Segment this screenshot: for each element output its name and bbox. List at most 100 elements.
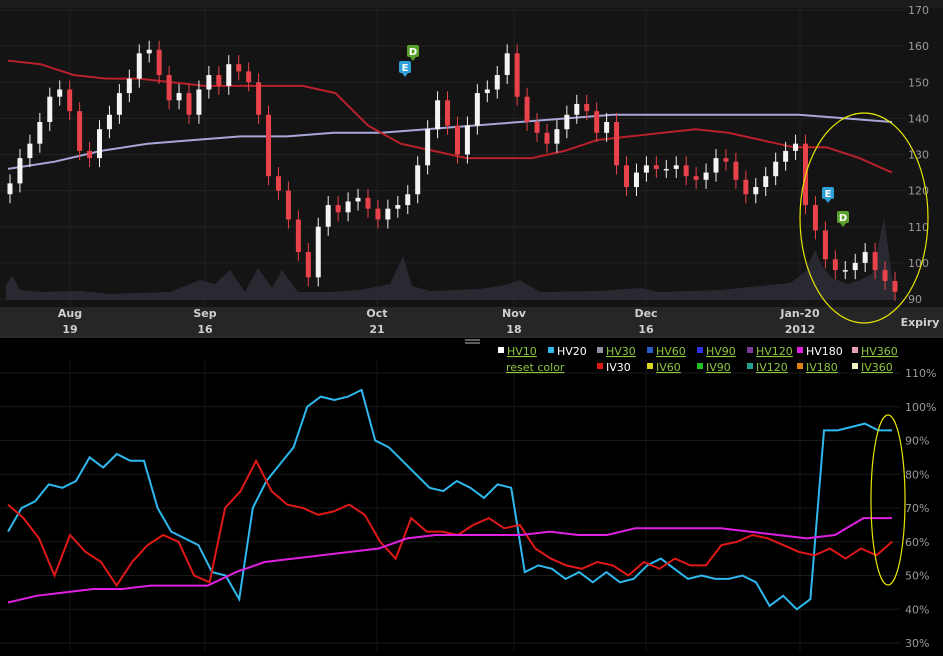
candle-body (693, 176, 699, 180)
price-panel-top-strip (0, 0, 943, 8)
candle-body (773, 161, 779, 177)
candle-body (862, 252, 868, 263)
candle-body (305, 252, 311, 278)
legend-item-iv60[interactable]: IV60 (656, 361, 681, 374)
legend-swatch (548, 347, 554, 353)
event-marker-letter: E (825, 189, 832, 200)
legend-item-hv360[interactable]: HV360 (861, 345, 898, 358)
chart-canvas: DEED 17016015014013012011010090 Expiry A… (0, 0, 943, 652)
candle-body (315, 226, 321, 278)
candle-body (385, 208, 391, 220)
month-label: Jan-20 (779, 307, 820, 320)
candle-body (673, 165, 679, 169)
vol-tick-label: 40% (905, 603, 929, 616)
legend-item-hv30[interactable]: HV30 (606, 345, 636, 358)
volatility-series (7, 388, 893, 611)
candle-body (743, 179, 749, 195)
candle-body (653, 165, 659, 169)
month-label: Dec (634, 307, 657, 320)
vol-tick-label: 30% (905, 637, 929, 650)
candle-body (196, 89, 202, 115)
legend-swatch (852, 347, 858, 353)
candle-body (96, 129, 102, 159)
legend-swatch (597, 347, 603, 353)
candle-body (892, 280, 898, 292)
month-label: Oct (366, 307, 387, 320)
candle-body (275, 176, 281, 191)
candle-body (17, 158, 23, 184)
candle-body (246, 71, 252, 83)
series-line-iv30 (7, 458, 893, 588)
day-label: 2012 (785, 323, 816, 336)
candle-body (534, 121, 540, 133)
day-label: 16 (638, 323, 654, 336)
legend-item-hv90[interactable]: HV90 (706, 345, 736, 358)
candle-body (116, 93, 122, 115)
event-marker-letter: E (402, 63, 409, 74)
candle-body (395, 205, 401, 209)
vol-tick-label: 70% (905, 502, 929, 515)
legend-item-iv360[interactable]: IV360 (861, 361, 893, 374)
price-tick-label: 100 (908, 257, 929, 270)
candle-body (584, 103, 590, 112)
month-label: Sep (193, 307, 216, 320)
price-tick-label: 140 (908, 112, 929, 125)
candle-body (464, 125, 470, 155)
candle-body (425, 129, 431, 166)
candle-body (594, 111, 600, 133)
candle-body (683, 165, 689, 177)
candle-body (435, 100, 441, 130)
candle-body (624, 165, 630, 188)
legend-row-hv: HV10 HV20 HV30 HV60 HV90 HV120 HV180 HV360 (498, 345, 898, 358)
candle-body (126, 78, 132, 94)
candle-body (484, 89, 490, 94)
candle-body (494, 75, 500, 90)
candle-body (812, 205, 818, 231)
legend-item-hv20: HV20 (557, 345, 587, 358)
day-label: 16 (197, 323, 213, 336)
candle-body (106, 114, 112, 130)
candle-body (176, 93, 182, 101)
candle-body (136, 53, 142, 79)
candle-body (87, 150, 93, 159)
candle-body (554, 129, 560, 144)
series-line-hv20 (7, 388, 892, 611)
candle-body (57, 89, 63, 97)
legend-item-hv10[interactable]: HV10 (507, 345, 537, 358)
event-marker-letter: D (839, 213, 847, 224)
legend-item-hv180: HV180 (806, 345, 843, 358)
candle-body (604, 121, 610, 133)
month-label: Nov (502, 307, 527, 320)
candle-body (753, 187, 759, 195)
price-tick-label: 90 (908, 293, 922, 306)
candle-body (633, 172, 639, 188)
candle-body (415, 165, 421, 195)
legend-swatch (797, 347, 803, 353)
candle-body (783, 150, 789, 162)
vol-tick-label: 50% (905, 570, 929, 583)
legend-item-iv120[interactable]: IV120 (756, 361, 788, 374)
day-label: 18 (506, 323, 521, 336)
candle-body (325, 205, 331, 227)
candle-body (842, 270, 848, 272)
candle-body (454, 125, 460, 155)
legend-swatch (498, 347, 504, 353)
price-tick-label: 150 (908, 76, 929, 89)
candle-body (375, 208, 381, 220)
expiry-label: Expiry (901, 316, 940, 329)
candle-body (793, 143, 799, 151)
candle-body (295, 219, 301, 253)
reset-color-link[interactable]: reset color (506, 361, 565, 374)
candle-body (226, 64, 232, 86)
legend-item-hv120[interactable]: HV120 (756, 345, 793, 358)
legend-item-hv60[interactable]: HV60 (656, 345, 686, 358)
candle-body (365, 197, 371, 209)
candle-body (216, 75, 222, 86)
legend-swatch (747, 363, 753, 369)
candle-body (345, 201, 351, 213)
legend-item-iv180[interactable]: IV180 (806, 361, 838, 374)
legend-item-iv90[interactable]: IV90 (706, 361, 731, 374)
price-tick-label: 130 (908, 149, 929, 162)
price-y-axis: 17016015014013012011010090 (908, 4, 929, 306)
price-tick-label: 160 (908, 40, 929, 53)
